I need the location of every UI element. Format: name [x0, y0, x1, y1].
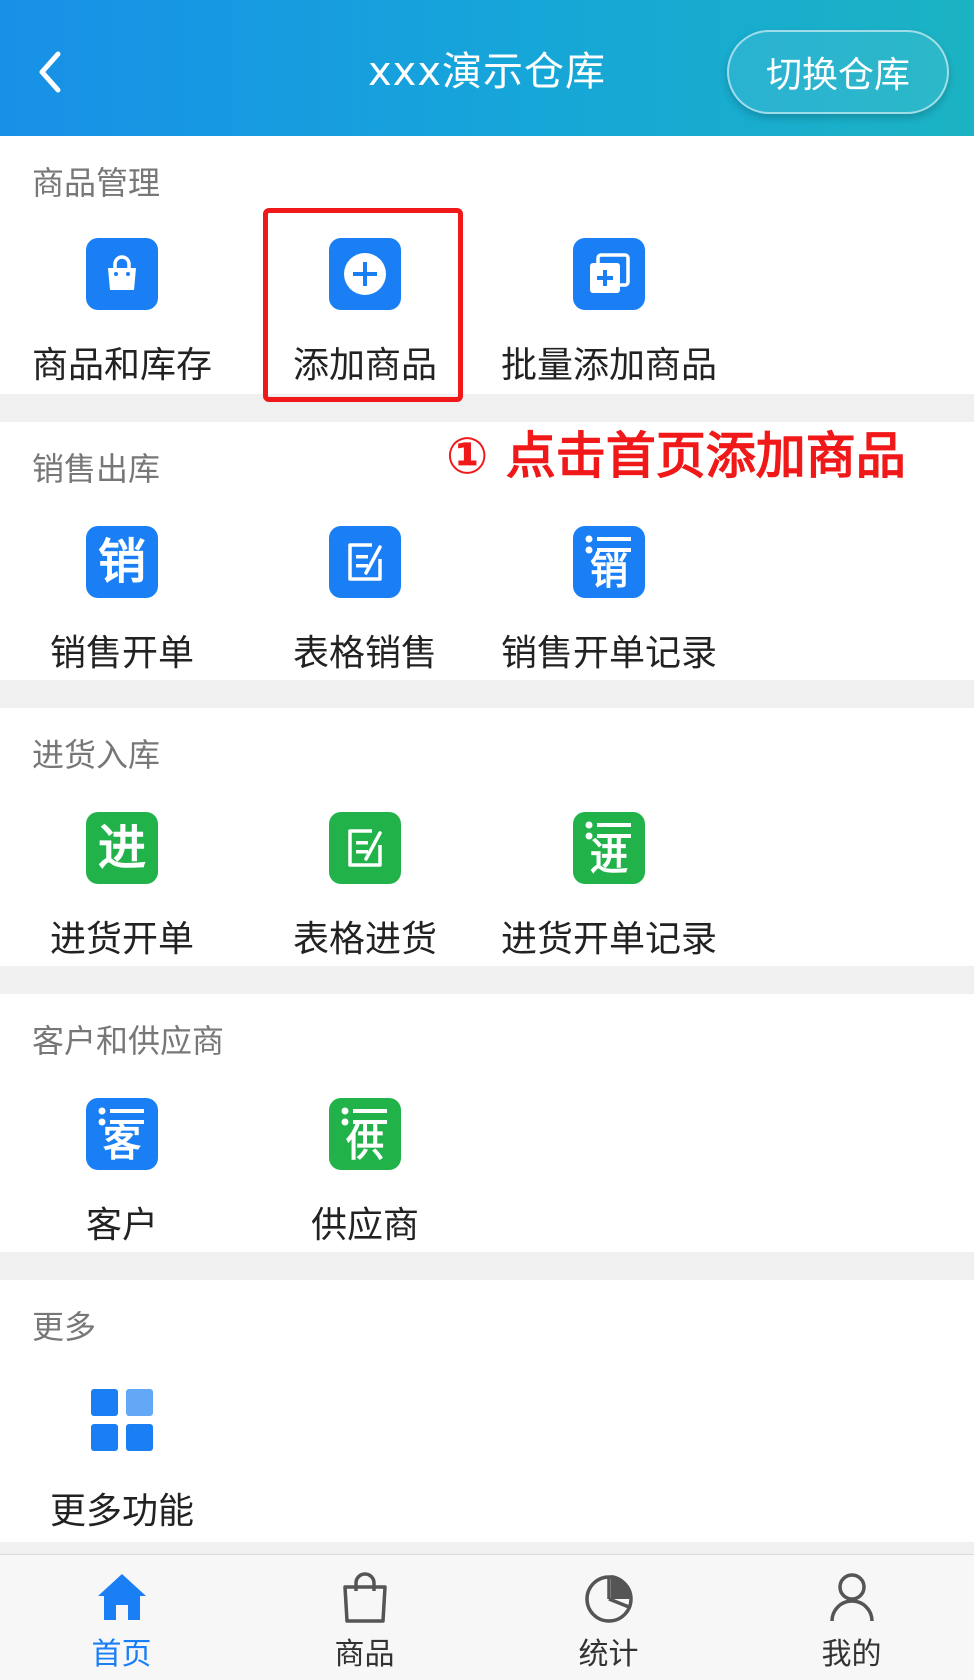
customer-item[interactable]: 客 客户: [0, 1098, 244, 1248]
highlight-box: [263, 208, 463, 402]
app-header: xxx演示仓库 切换仓库: [0, 0, 974, 136]
table-edit-icon: [329, 812, 401, 884]
user-icon: [829, 1573, 874, 1622]
nav-label: 统计: [578, 1637, 639, 1672]
item-label: 表格销售: [292, 633, 437, 674]
purchase-order-item[interactable]: 进 进货开单: [0, 812, 244, 962]
item-label: 商品和库存: [31, 345, 212, 386]
item-label: 销售开单: [49, 633, 194, 674]
supplier-item[interactable]: 供 供应商: [243, 1098, 487, 1248]
goods-and-stock-item[interactable]: 商品和库存: [0, 238, 244, 388]
nav-label: 首页: [91, 1637, 152, 1672]
bag-icon: [342, 1572, 387, 1623]
nav-item-stats[interactable]: 统计: [487, 1555, 730, 1680]
item-label: 供应商: [310, 1205, 419, 1246]
section-partners: 客户和供应商 客 客户 供 供应商: [0, 994, 974, 1252]
supplier-list-icon: 供: [329, 1098, 401, 1170]
annotation-text: ① 点击首页添加商品: [446, 427, 906, 485]
nav-label: 我的: [821, 1637, 882, 1672]
bottom-nav: 首页 商品 统计 我的: [0, 1554, 974, 1680]
item-label: 客户: [85, 1205, 158, 1246]
sales-order-item[interactable]: 销 销售开单: [0, 526, 244, 676]
nav-item-goods[interactable]: 商品: [243, 1555, 486, 1680]
purchase-records-item[interactable]: 进 进货开单记录: [487, 812, 731, 962]
section-title: 客户和供应商: [32, 1022, 225, 1060]
back-button[interactable]: [30, 44, 70, 100]
switch-warehouse-button[interactable]: 切换仓库: [727, 30, 949, 114]
section-title: 更多: [32, 1308, 97, 1346]
chevron-left-icon: [39, 51, 61, 93]
item-label: 进货开单: [49, 919, 194, 960]
item-label: 批量添加商品: [500, 345, 717, 386]
purchase-list-icon: 进: [573, 812, 645, 884]
item-label: 销售开单记录: [500, 633, 717, 674]
section-more: 更多 更多功能: [0, 1280, 974, 1542]
item-label: 表格进货: [292, 919, 437, 960]
sales-list-icon: 销: [573, 526, 645, 598]
more-features-item[interactable]: 更多功能: [0, 1384, 244, 1534]
section-title: 商品管理: [32, 164, 161, 202]
item-label: 更多功能: [49, 1491, 194, 1532]
sales-records-item[interactable]: 销 销售开单记录: [487, 526, 731, 676]
section-goods: 商品管理 商品和库存 添加商品 批量添加商品: [0, 136, 974, 394]
purchase-char-icon: 进: [86, 812, 158, 884]
section-purchase: 进货入库 进 进货开单 表格进货 进 进货开单记录: [0, 708, 974, 966]
section-title: 进货入库: [32, 736, 161, 774]
sales-char-icon: 销: [86, 526, 158, 598]
shopping-bag-icon: [86, 238, 158, 310]
grid-icon: [86, 1384, 158, 1456]
nav-item-me[interactable]: 我的: [730, 1555, 973, 1680]
table-sales-item[interactable]: 表格销售: [243, 526, 487, 676]
pie-chart-icon: [584, 1575, 633, 1623]
customer-list-icon: 客: [86, 1098, 158, 1170]
item-label: 进货开单记录: [500, 919, 717, 960]
nav-item-home[interactable]: 首页: [0, 1555, 243, 1680]
batch-add-goods-item[interactable]: 批量添加商品: [487, 238, 731, 388]
section-title: 销售出库: [32, 450, 161, 488]
table-edit-icon: [329, 526, 401, 598]
batch-add-icon: [573, 238, 645, 310]
home-icon: [97, 1574, 146, 1620]
nav-label: 商品: [334, 1637, 395, 1672]
table-purchase-item[interactable]: 表格进货: [243, 812, 487, 962]
